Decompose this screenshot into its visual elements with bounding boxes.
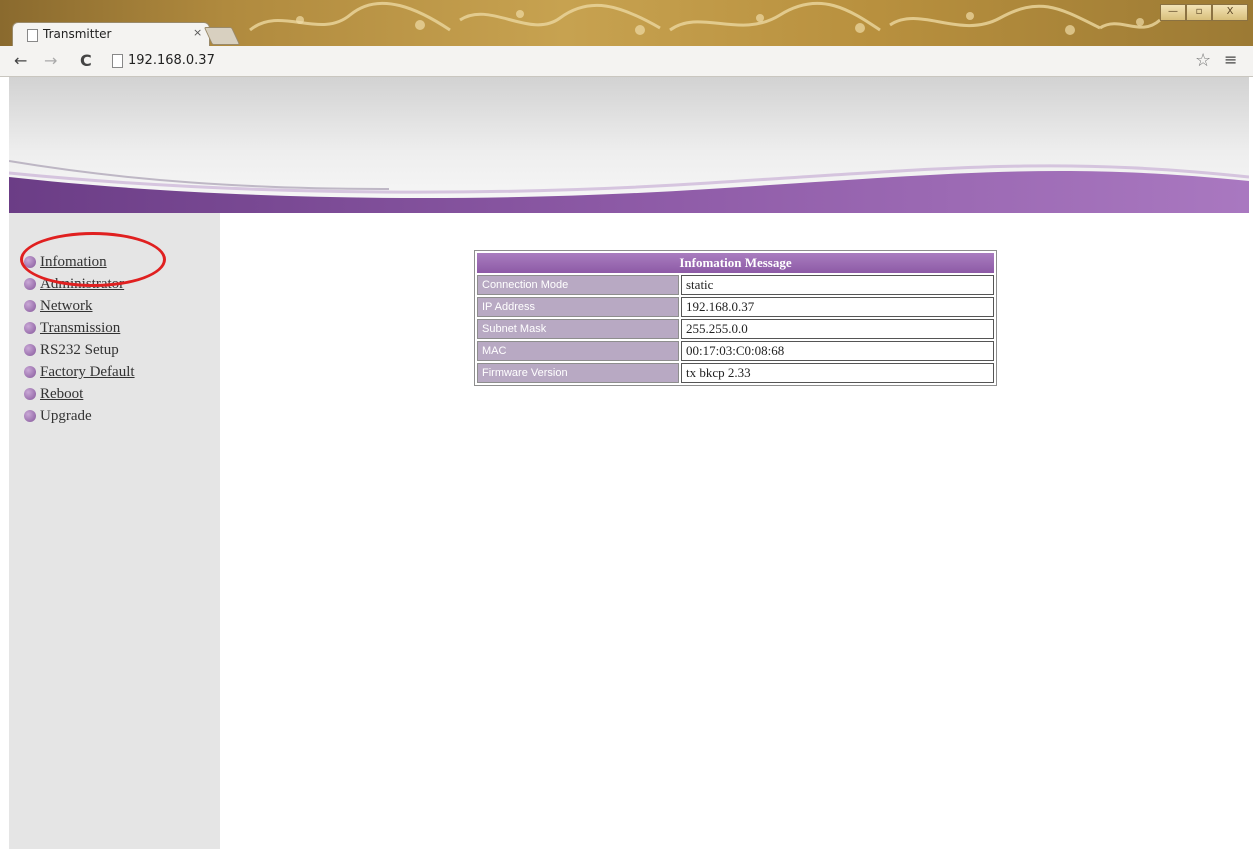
table-row: MAC 00:17:03:C0:08:68 xyxy=(477,341,994,361)
bullet-icon xyxy=(24,410,36,422)
sidebar-link-infomation[interactable]: Infomation xyxy=(40,254,107,271)
tab-close-icon[interactable]: × xyxy=(193,26,202,39)
tab-title: Transmitter xyxy=(43,27,112,41)
sidebar-link-network[interactable]: Network xyxy=(40,298,93,315)
browser-menu-icon[interactable]: ≡ xyxy=(1224,50,1237,69)
info-table-header-row: Infomation Message xyxy=(477,253,994,273)
bullet-icon xyxy=(24,256,36,268)
bullet-icon xyxy=(24,300,36,312)
table-row: Connection Mode static xyxy=(477,275,994,295)
subnet-mask-value: 255.255.0.0 xyxy=(681,319,994,339)
bookmark-star-icon[interactable]: ☆ xyxy=(1195,50,1211,71)
forward-button[interactable]: → xyxy=(44,51,57,70)
header-banner xyxy=(9,77,1249,213)
maximize-button[interactable]: ▫ xyxy=(1186,4,1212,21)
sidebar-link-upgrade[interactable]: Upgrade xyxy=(40,408,92,425)
minimize-button[interactable]: — xyxy=(1160,4,1186,21)
connection-mode-value: static xyxy=(681,275,994,295)
bullet-icon xyxy=(24,344,36,356)
firmware-version-value: tx bkcp 2.33 xyxy=(681,363,994,383)
bullet-icon xyxy=(24,366,36,378)
ip-address-value: 192.168.0.37 xyxy=(681,297,994,317)
banner-wave xyxy=(9,160,1249,213)
window-controls: — ▫ X xyxy=(1160,4,1248,21)
bullet-icon xyxy=(24,278,36,290)
mac-value: 00:17:03:C0:08:68 xyxy=(681,341,994,361)
reload-button[interactable]: C xyxy=(80,51,92,70)
sidebar-link-factory-default[interactable]: Factory Default xyxy=(40,364,135,381)
close-window-button[interactable]: X xyxy=(1212,4,1248,21)
table-row: Firmware Version tx bkcp 2.33 xyxy=(477,363,994,383)
sidebar-link-reboot[interactable]: Reboot xyxy=(40,386,83,403)
bullet-icon xyxy=(24,322,36,334)
sidebar-link-rs232-setup[interactable]: RS232 Setup xyxy=(40,342,119,359)
sidebar-link-transmission[interactable]: Transmission xyxy=(40,320,120,337)
subnet-mask-label: Subnet Mask xyxy=(477,319,679,339)
browser-tab[interactable]: Transmitter × xyxy=(12,22,210,47)
back-button[interactable]: ← xyxy=(14,51,27,70)
mac-label: MAC xyxy=(477,341,679,361)
firmware-version-label: Firmware Version xyxy=(477,363,679,383)
table-row: IP Address 192.168.0.37 xyxy=(477,297,994,317)
info-table-title: Infomation Message xyxy=(477,253,994,273)
bullet-icon xyxy=(24,388,36,400)
connection-mode-label: Connection Mode xyxy=(477,275,679,295)
table-row: Subnet Mask 255.255.0.0 xyxy=(477,319,994,339)
browser-titlebar: Transmitter × — ▫ X xyxy=(0,0,1253,47)
ip-address-label: IP Address xyxy=(477,297,679,317)
page-icon xyxy=(27,29,38,42)
sidebar-link-administrator[interactable]: Administrator xyxy=(40,276,124,293)
page-icon xyxy=(112,54,123,68)
info-table: Infomation Message Connection Mode stati… xyxy=(474,250,997,386)
address-bar[interactable]: 192.168.0.37 xyxy=(128,53,215,68)
browser-toolbar: ← → C 192.168.0.37 ☆ ≡ xyxy=(0,46,1253,77)
